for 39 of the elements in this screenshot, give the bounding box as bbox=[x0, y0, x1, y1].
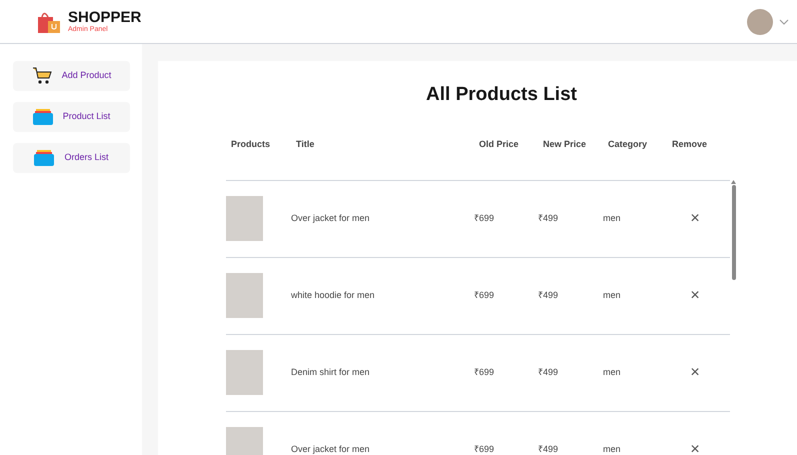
sidebar-item[interactable]: Orders List bbox=[13, 143, 130, 173]
table-cell: ₹699 bbox=[474, 444, 494, 454]
table-cell: men bbox=[603, 212, 621, 223]
column-header: Remove bbox=[672, 138, 708, 149]
table-cell: men bbox=[603, 444, 621, 454]
page-title: All Products List bbox=[425, 83, 578, 107]
photo-placeholder bbox=[226, 273, 263, 318]
cart-icon bbox=[32, 67, 52, 85]
avatar[interactable] bbox=[747, 8, 773, 34]
photo-placeholder bbox=[226, 350, 263, 395]
column-header: Products bbox=[231, 138, 270, 149]
table-cell: Denim shirt for men bbox=[291, 366, 370, 377]
brand-name: SHOPPER bbox=[68, 10, 142, 25]
sidebar-item[interactable]: Product List bbox=[13, 102, 130, 132]
table-cell: ₹699 bbox=[474, 290, 494, 300]
photo-placeholder bbox=[226, 196, 263, 241]
column-header: Old Price bbox=[479, 138, 519, 149]
table-cell: Over jacket for men bbox=[291, 444, 370, 454]
chevron-down-icon[interactable] bbox=[779, 18, 789, 24]
table-cell: Over jacket for men bbox=[291, 212, 370, 223]
remove-button[interactable]: × bbox=[690, 288, 700, 304]
table-cell: men bbox=[603, 366, 621, 377]
table-cell: men bbox=[603, 290, 621, 300]
column-header: Title bbox=[296, 138, 314, 149]
column-header: Category bbox=[608, 138, 648, 149]
table-cell: ₹499 bbox=[538, 366, 558, 377]
column-header: New Price bbox=[543, 138, 586, 149]
table-cell: ₹499 bbox=[538, 212, 558, 223]
remove-button[interactable]: × bbox=[690, 210, 700, 226]
table-cell: white hoodie for men bbox=[291, 290, 375, 300]
remove-button[interactable]: × bbox=[690, 442, 700, 455]
table-cell: ₹499 bbox=[538, 444, 558, 454]
remove-button[interactable]: × bbox=[690, 364, 700, 380]
folder-stack-icon bbox=[32, 109, 53, 125]
sidebar-item[interactable]: Add Product bbox=[13, 61, 130, 91]
table-cell: ₹499 bbox=[538, 290, 558, 300]
folder-stack-icon bbox=[34, 150, 54, 166]
table-cell: ₹699 bbox=[474, 212, 494, 223]
table-cell: ₹699 bbox=[474, 366, 494, 377]
